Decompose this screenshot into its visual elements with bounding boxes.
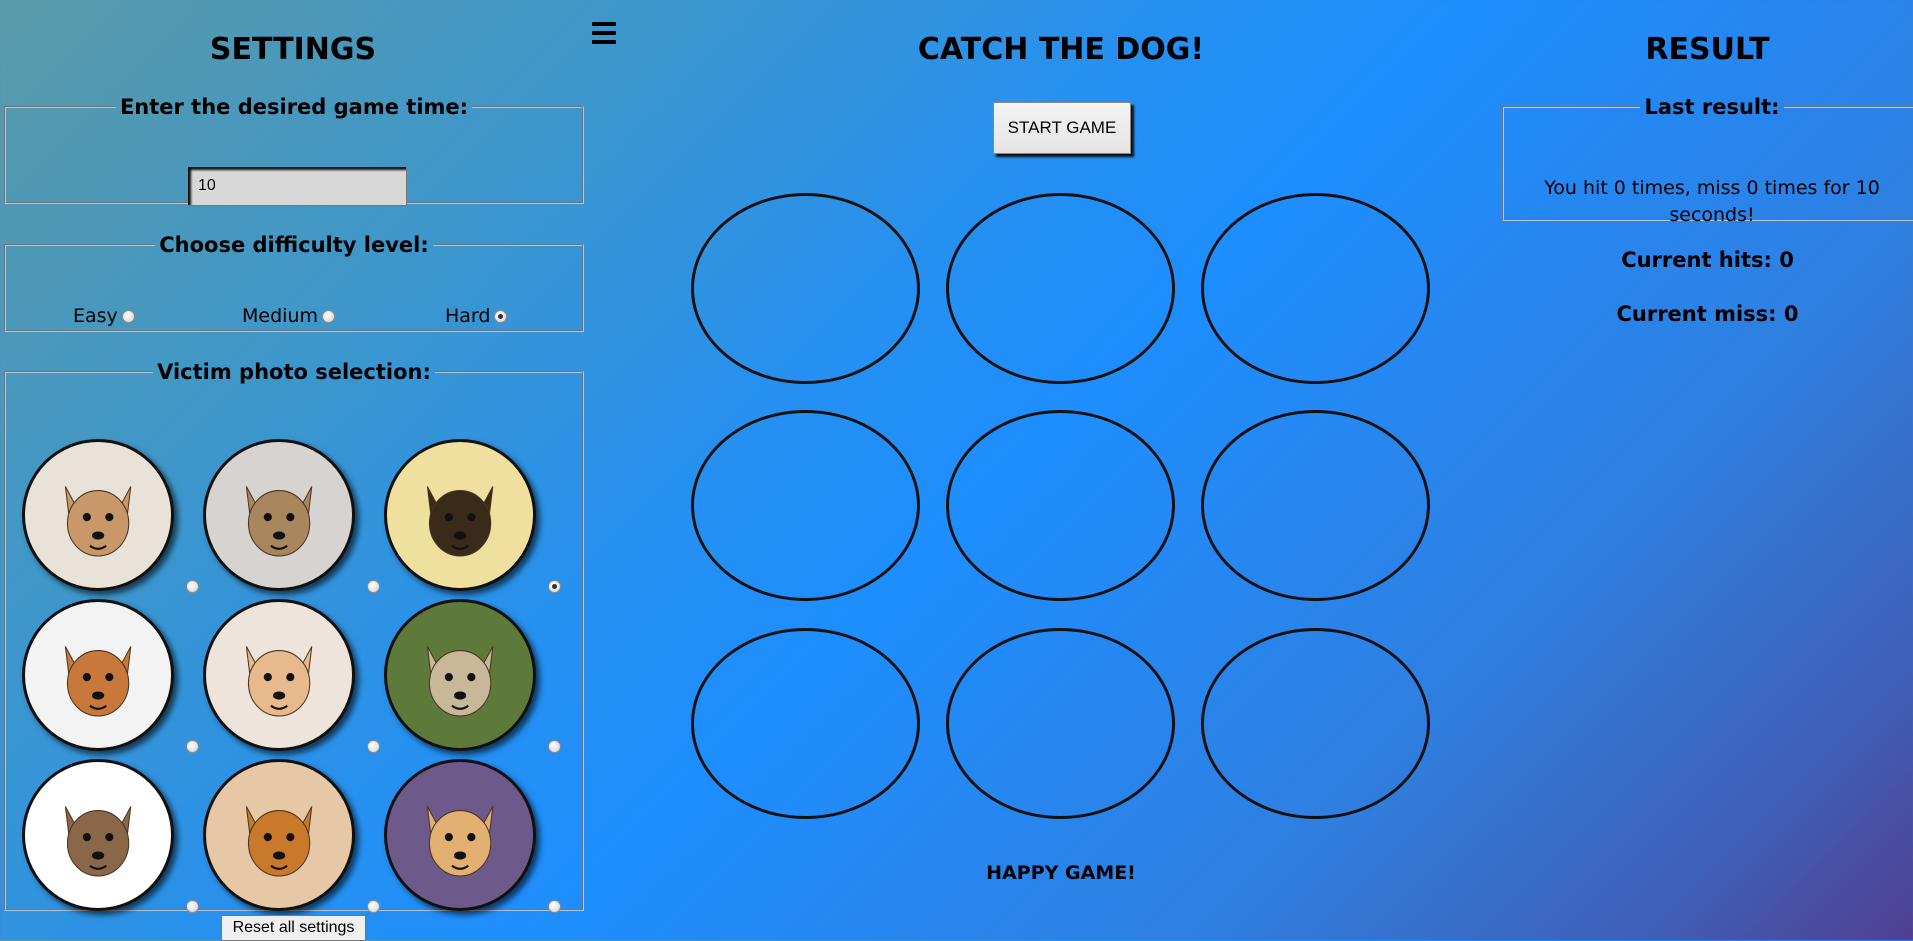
dog-photo-chihuahua-snarling — [22, 439, 174, 591]
reset-settings-button[interactable]: Reset all settings — [221, 915, 366, 941]
dog-photo-chihuahua-standing — [22, 759, 174, 911]
photo-radio-chihuahua-standing[interactable] — [186, 900, 199, 913]
game-time-fieldset: Enter the desired game time: — [4, 95, 584, 205]
difficulty-legend: Choose difficulty level: — [159, 233, 429, 257]
result-title: RESULT — [1645, 32, 1770, 67]
game-time-input[interactable] — [188, 167, 406, 205]
hole[interactable] — [691, 193, 920, 384]
hole[interactable] — [946, 193, 1175, 384]
last-result-legend: Last result: — [1644, 95, 1780, 119]
dog-face-icon — [64, 486, 132, 557]
last-result-fieldset: Last result: You hit 0 times, miss 0 tim… — [1502, 95, 1913, 226]
dog-face-icon — [426, 806, 494, 877]
hole[interactable] — [946, 628, 1175, 819]
last-result-text: You hit 0 times, miss 0 times for 10 sec… — [1544, 177, 1880, 226]
difficulty-option-easy[interactable]: Easy — [73, 305, 135, 327]
dog-face-icon — [426, 646, 494, 717]
dog-photo-shepherd-growling — [384, 439, 536, 591]
dog-face-icon — [64, 806, 132, 877]
photo-radio-pomeranian-orange[interactable] — [367, 900, 380, 913]
current-hits: Current hits: 0 — [1621, 248, 1794, 272]
photo-radio-chihuahua-angry[interactable] — [186, 740, 199, 753]
dog-photo-pomeranian-orange — [203, 759, 355, 911]
dog-photo-pomeranian-smiling — [384, 759, 536, 911]
dog-photo-pug — [384, 599, 536, 751]
settings-title: SETTINGS — [209, 32, 377, 67]
dog-photo-dog-barking — [203, 439, 355, 591]
dog-face-icon — [426, 486, 494, 557]
game-time-legend: Enter the desired game time: — [119, 95, 469, 119]
difficulty-label-medium: Medium — [242, 305, 318, 327]
hole[interactable] — [1201, 410, 1430, 601]
hole[interactable] — [946, 410, 1175, 601]
photo-radio-pomeranian-smiling[interactable] — [548, 900, 561, 913]
current-miss: Current miss: 0 — [1616, 302, 1799, 326]
dog-photo-pomeranian-flower — [203, 599, 355, 751]
dog-face-icon — [245, 806, 313, 877]
difficulty-option-hard[interactable]: Hard — [445, 305, 508, 327]
difficulty-label-easy: Easy — [73, 305, 118, 327]
dog-photo-chihuahua-angry — [22, 599, 174, 751]
photo-radio-shepherd-growling[interactable] — [548, 580, 561, 593]
photo-radio-pomeranian-flower[interactable] — [367, 740, 380, 753]
hole[interactable] — [1201, 628, 1430, 819]
hole[interactable] — [691, 628, 920, 819]
game-title: CATCH THE DOG! — [917, 32, 1205, 67]
difficulty-radio-easy[interactable] — [121, 309, 135, 323]
photo-radio-chihuahua-snarling[interactable] — [186, 580, 199, 593]
dog-face-icon — [245, 646, 313, 717]
photo-radio-dog-barking[interactable] — [367, 580, 380, 593]
difficulty-option-medium[interactable]: Medium — [242, 305, 335, 327]
difficulty-radio-hard[interactable] — [494, 309, 508, 323]
happy-game-text: HAPPY GAME! — [986, 862, 1136, 884]
difficulty-fieldset: Choose difficulty level: Easy Medium Har… — [4, 233, 584, 332]
photo-legend: Victim photo selection: — [157, 360, 431, 384]
hole[interactable] — [691, 410, 920, 601]
dog-face-icon — [64, 646, 132, 717]
difficulty-label-hard: Hard — [445, 305, 491, 327]
photo-fieldset: Victim photo selection: — [4, 360, 584, 913]
hole[interactable] — [1201, 193, 1430, 384]
photo-radio-pug[interactable] — [548, 740, 561, 753]
dog-face-icon — [245, 486, 313, 557]
menu-icon[interactable] — [592, 22, 616, 46]
difficulty-radio-medium[interactable] — [321, 309, 335, 323]
start-game-button[interactable]: START GAME — [993, 102, 1131, 154]
